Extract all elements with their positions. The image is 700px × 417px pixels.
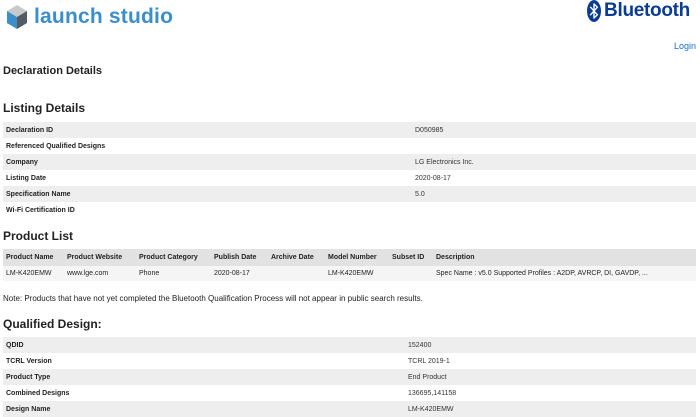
field-value: D050985 [415,126,444,134]
field-value: 2020-08-17 [415,174,451,182]
product-list-heading: Product List [3,229,74,243]
field-label: Product Type [6,373,51,381]
field-value: TCRL 2019-1 [408,357,450,365]
table-cell: Phone [139,270,160,277]
column-header[interactable]: Product Category [139,254,198,261]
product-list-table: Product Name Product Website Product Categ… [3,249,696,281]
login-link[interactable]: Login [674,41,696,51]
bluetooth-logo[interactable]: Bluetooth [587,0,690,22]
table-row: Product Type End Product [3,369,696,385]
search-results-note: Note: Products that have not yet complet… [3,294,423,303]
field-label: Specification Name [6,190,71,198]
field-value: End Product [408,373,447,381]
field-label: Listing Date [6,174,47,182]
table-row: TCRL Version TCRL 2019-1 [3,353,696,369]
table-cell: LM-K420EMW [6,270,52,277]
column-header[interactable]: Description [436,254,475,261]
table-row: Company LG Electronics Inc. [3,154,696,170]
table-cell: LM-K420EMW [328,270,374,277]
bluetooth-wordmark: Bluetooth [604,0,690,21]
field-label: QDID [6,341,24,349]
table-row: Listing Date 2020-08-17 [3,170,696,186]
listing-details-table: Declaration ID D050985 Referenced Qualifie… [3,122,696,218]
table-cell: www.lge.com [67,270,109,277]
table-row: Wi-Fi Certification ID [3,202,696,218]
field-label: TCRL Version [6,357,52,365]
table-cell: 2020-08-17 [214,270,250,277]
table-cell: Spec Name : v5.0 Supported Profiles : A2… [436,270,648,277]
column-header[interactable]: Product Website [67,254,122,261]
column-header[interactable]: Subset ID [392,254,424,261]
field-value: 5.0 [415,190,425,198]
site-header: launch studio Bluetooth Login [0,0,700,56]
field-label: Combined Designs [6,389,70,397]
launch-studio-cube-icon [7,5,27,29]
field-label: Company [6,158,38,166]
table-row: Specification Name 5.0 [3,186,696,202]
field-label: Wi-Fi Certification ID [6,206,75,214]
listing-details-heading: Listing Details [3,101,86,115]
qualified-design-heading: Qualified Design: [3,317,102,331]
table-row: Declaration ID D050985 [3,122,696,138]
column-header[interactable]: Publish Date [214,254,256,261]
field-label: Design Name [6,405,51,413]
table-row: Combined Designs 136695,141158 [3,385,696,401]
field-value: LG Electronics Inc. [415,158,474,166]
field-label: Declaration ID [6,126,54,134]
table-row: QDID 152400 [3,337,696,353]
table-row: Referenced Qualified Designs [3,138,696,154]
product-list-header-row: Product Name Product Website Product Categ… [3,249,696,266]
field-label: Referenced Qualified Designs [6,142,106,150]
field-value: 152400 [408,341,432,349]
bluetooth-icon [587,0,602,22]
table-row[interactable]: LM-K420EMW www.lge.com Phone 2020-08-17 LM-K… [3,266,696,281]
column-header[interactable]: Model Number [328,254,377,261]
brand-name: launch studio [34,5,174,28]
page-title: Declaration Details [3,65,103,77]
qualified-design-table: QDID 152400 TCRL Version TCRL 2019-1 Product… [3,337,696,417]
column-header[interactable]: Product Name [6,254,53,261]
field-value: LM-K420EMW [408,405,454,413]
field-value: 136695,141158 [408,389,457,397]
table-row: Design Name LM-K420EMW [3,401,696,417]
column-header[interactable]: Archive Date [271,254,314,261]
launch-studio-logo[interactable]: launch studio [6,4,173,30]
